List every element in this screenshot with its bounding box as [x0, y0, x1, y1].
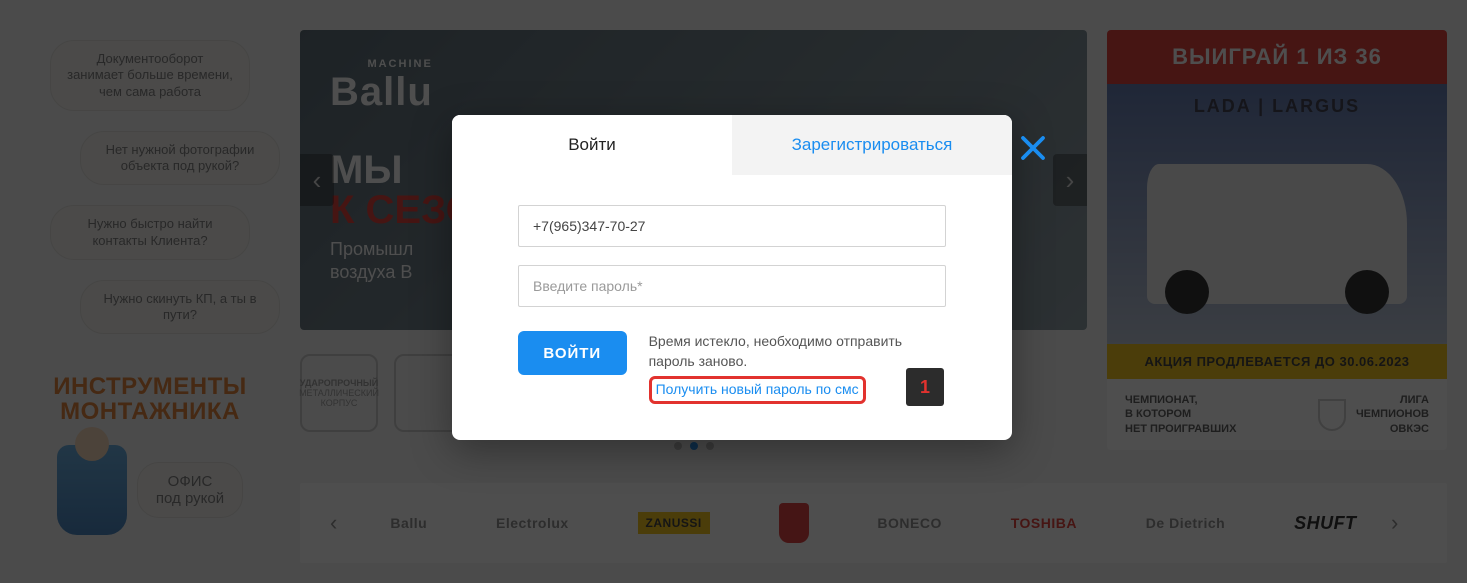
tab-login[interactable]: Войти — [452, 115, 732, 175]
close-button[interactable] — [1018, 133, 1048, 163]
password-input[interactable] — [518, 265, 946, 307]
auth-tabs: Войти Зарегистрироваться — [452, 115, 1012, 175]
sms-password-link[interactable]: Получить новый пароль по смс — [649, 376, 866, 404]
tab-register[interactable]: Зарегистрироваться — [732, 115, 1012, 175]
annotation-1: 1 — [906, 368, 944, 406]
login-message-block: Время истекло, необходимо отправить паро… — [649, 331, 946, 404]
timeout-message: Время истекло, необходимо отправить паро… — [649, 331, 946, 372]
login-submit-button[interactable]: ВОЙТИ — [518, 331, 627, 375]
phone-input[interactable] — [518, 205, 946, 247]
close-icon — [1018, 150, 1048, 167]
